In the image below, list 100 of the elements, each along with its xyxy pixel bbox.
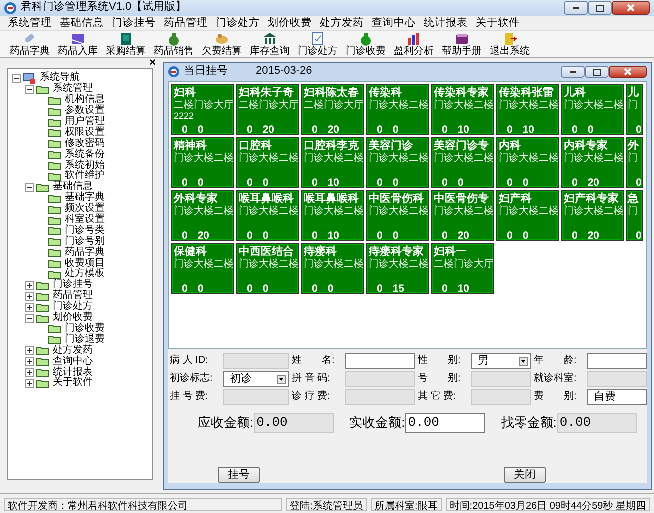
folder-icon [48, 96, 61, 105]
expand-icon[interactable] [25, 368, 34, 377]
menu-item[interactable]: 划价收费 [264, 16, 316, 30]
clinic-name: 妇产科 [499, 192, 533, 206]
input-field[interactable] [223, 353, 289, 369]
window-title: 当日挂号 [184, 65, 228, 79]
input-field[interactable] [587, 353, 647, 369]
maximize-button[interactable] [588, 1, 612, 15]
expand-icon[interactable] [25, 378, 34, 388]
maximize-button[interactable] [585, 66, 609, 78]
expand-icon[interactable] [25, 292, 34, 301]
tree-item[interactable]: 门诊退费 [65, 334, 105, 346]
tree-item[interactable]: 处方发药 [53, 344, 93, 357]
menu-item[interactable]: 门诊处方 [212, 16, 264, 30]
amount-field[interactable]: 0.00 [556, 413, 637, 433]
bar-chart-icon [406, 31, 422, 46]
tree-item[interactable]: 门诊号类 [65, 224, 105, 237]
minimize-button[interactable] [561, 66, 585, 78]
expand-icon[interactable] [25, 346, 34, 356]
toolbar-button[interactable]: 药品销售 [152, 31, 196, 57]
tree-item[interactable]: 查询中心 [53, 356, 93, 368]
input-field[interactable] [345, 389, 415, 405]
field-label: 年 龄: [534, 355, 578, 367]
menu-item[interactable]: 药品管理 [160, 16, 212, 30]
count-text: 0 [262, 230, 269, 240]
toolbar-button[interactable]: 盈利分析 [392, 31, 436, 57]
clinic-tile[interactable]: 儿 门 0 [626, 84, 643, 135]
count-text: 0 [198, 283, 204, 293]
menu-item[interactable]: 系统管理 [4, 16, 56, 30]
count-text: 0 [312, 230, 318, 240]
money-bag-icon [166, 31, 182, 46]
tree-item[interactable]: 参数设置 [65, 105, 105, 118]
collapse-icon[interactable] [25, 84, 34, 94]
menu-item[interactable]: 处方发药 [316, 16, 368, 30]
toolbar-button[interactable]: 药品字典 [8, 31, 52, 57]
tree-item[interactable]: 关于软件 [53, 377, 93, 390]
menu-item[interactable]: 统计报表 [420, 16, 472, 30]
tree-item[interactable]: 门诊收费 [65, 322, 105, 335]
field-label: 就诊科室: [534, 373, 578, 385]
collapse-icon[interactable] [12, 74, 21, 83]
toolbar-button[interactable]: 欠费结算 [200, 31, 244, 57]
minimize-button[interactable] [564, 1, 588, 15]
status-text: 软件开发商：常州君科软件科技有限公司 [4, 498, 282, 511]
input-field[interactable] [587, 371, 647, 387]
collapse-icon[interactable] [25, 314, 34, 323]
clinic-name: 妇科陈太春 [304, 86, 360, 100]
tree-item[interactable]: 修改密码 [65, 138, 105, 150]
expand-icon[interactable] [25, 280, 34, 290]
tree-item[interactable]: 药品字典 [65, 246, 105, 259]
status-text: 所属科室:眼耳 [371, 498, 442, 511]
tree-item[interactable]: 软件维护 [65, 170, 105, 182]
count-text: 0 [247, 124, 253, 134]
input-field[interactable] [345, 353, 415, 369]
computer-icon [23, 72, 36, 84]
toolbar-button[interactable]: 帮助手册 [440, 31, 484, 57]
toolbar-button[interactable]: 采购结算 [104, 31, 148, 57]
status-text: 登陆:系统管理员 [286, 498, 368, 511]
close-button[interactable] [609, 66, 647, 78]
amount-field[interactable]: 0.00 [254, 413, 334, 433]
toolbar-button[interactable]: 退出系统 [488, 31, 532, 57]
count-text: 0 [442, 124, 448, 134]
close-button[interactable]: × [150, 58, 156, 68]
clinic-tile[interactable]: 外 门 0 [626, 137, 643, 188]
toolbar-button[interactable]: 库存查询 [248, 31, 292, 57]
count-text: 0 [522, 177, 529, 187]
folder-icon [48, 335, 61, 344]
expand-icon[interactable] [25, 302, 34, 312]
clinic-name: 精神科 [174, 139, 208, 152]
field-label: 姓 名: [292, 355, 336, 367]
expand-icon[interactable] [25, 357, 34, 366]
field-label: 病 人 ID: [170, 355, 210, 367]
count-text: 0 [328, 283, 334, 293]
tree-item[interactable]: 门诊号别 [65, 236, 105, 248]
toolbar-button[interactable]: 药品入库 [56, 31, 100, 57]
menu-item[interactable]: 门诊挂号 [108, 16, 160, 30]
input-field[interactable] [471, 371, 531, 387]
count-text: 0 [442, 283, 448, 293]
dropdown-field[interactable]: 男 [471, 353, 531, 369]
toolbar-button[interactable]: 门诊收费 [344, 31, 388, 57]
folder-icon [48, 161, 61, 170]
menu-item[interactable]: 关于软件 [472, 16, 524, 30]
menu-item[interactable]: 基础信息 [56, 16, 108, 30]
folder-icon [48, 118, 61, 126]
clinic-tile[interactable]: 急 门 0 [626, 190, 643, 241]
action-button[interactable]: 挂号 [218, 467, 260, 483]
menu-item[interactable]: 查询中心 [368, 16, 420, 30]
toolbar-button[interactable]: 门诊处方 [296, 31, 340, 57]
count-text: 20 [198, 230, 210, 240]
tree-item[interactable]: 系统备份 [65, 148, 105, 161]
count-text: 0 [198, 177, 204, 187]
amount-field[interactable]: 0.00 [405, 413, 486, 433]
collapse-icon[interactable] [25, 182, 34, 192]
input-field[interactable] [345, 371, 415, 387]
close-button[interactable] [612, 1, 650, 15]
action-button[interactable]: 关闭 [504, 467, 546, 483]
count-text: 0 [572, 177, 578, 187]
input-field[interactable] [471, 389, 531, 405]
input-field[interactable] [223, 389, 289, 405]
count-text: 0 [312, 283, 318, 293]
tree-item[interactable]: 权限设置 [65, 126, 105, 139]
